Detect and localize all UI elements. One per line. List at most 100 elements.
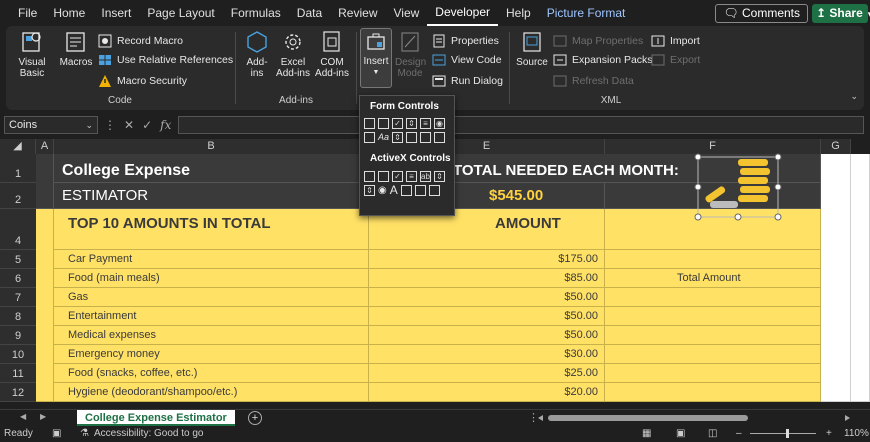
cell-f12[interactable]	[605, 383, 821, 402]
expense-name[interactable]: Hygiene (deodorant/shampoo/etc.)	[54, 383, 369, 402]
option-button-control-icon[interactable]: ◉	[434, 117, 445, 129]
add-sheet-button[interactable]: +	[248, 411, 262, 425]
row-header-8[interactable]: 8	[0, 307, 36, 326]
insert-function-icon[interactable]: fx	[160, 118, 171, 132]
record-macro-button[interactable]: Record Macro	[98, 32, 183, 50]
properties-button[interactable]: Properties	[432, 32, 499, 50]
coins-picture[interactable]	[690, 153, 786, 221]
expense-amount[interactable]: $50.00	[369, 288, 605, 307]
zoom-out-icon[interactable]: –	[736, 426, 742, 442]
activex-checkbox-icon[interactable]: ✓	[392, 170, 403, 182]
import-button[interactable]: Import	[651, 32, 700, 50]
tab-home[interactable]: Home	[45, 0, 93, 26]
zoom-slider-thumb[interactable]	[786, 429, 789, 438]
tab-developer[interactable]: Developer	[427, 0, 498, 26]
cancel-icon[interactable]: ✕	[124, 118, 134, 132]
tab-data[interactable]: Data	[289, 0, 330, 26]
view-code-button[interactable]: View Code	[432, 51, 502, 69]
normal-view-icon[interactable]: ▦	[642, 426, 651, 442]
row-header-4[interactable]: 4	[0, 209, 36, 250]
row-header-5[interactable]: 5	[0, 250, 36, 269]
formula-input[interactable]	[178, 116, 864, 134]
combo-dropdown-edit-control-icon[interactable]	[434, 131, 446, 143]
tab-review[interactable]: Review	[330, 0, 385, 26]
expense-amount[interactable]: $20.00	[369, 383, 605, 402]
use-relative-references-button[interactable]: Use Relative References	[98, 51, 233, 69]
tab-formulas[interactable]: Formulas	[223, 0, 289, 26]
row-header-11[interactable]: 11	[0, 364, 36, 383]
activex-list-box-icon[interactable]: ≡	[406, 170, 417, 182]
list-box-control-icon[interactable]: ≡	[420, 117, 431, 129]
activex-spin-button-icon[interactable]: ⇕	[364, 184, 375, 196]
activex-option-button-icon[interactable]: ◉	[378, 185, 387, 196]
row-header-12[interactable]: 12	[0, 383, 36, 402]
source-button[interactable]: Source	[515, 30, 549, 68]
label-control-icon[interactable]: Aa	[378, 132, 389, 142]
comments-button[interactable]: 🗨 Comments	[715, 4, 808, 23]
text-field-control-icon[interactable]	[406, 131, 418, 143]
sheet-tab-college-expense-estimator[interactable]: College Expense Estimator	[77, 410, 235, 426]
column-header-f[interactable]: F	[605, 139, 821, 154]
cell-f11[interactable]	[605, 364, 821, 383]
expense-name[interactable]: Gas	[54, 288, 369, 307]
activex-combo-box-icon[interactable]	[378, 170, 389, 182]
expense-name[interactable]: Food (main meals)	[54, 269, 369, 288]
column-g-cells[interactable]	[821, 154, 851, 402]
spin-button-control-icon[interactable]: ⇕	[406, 117, 417, 129]
cell-f5[interactable]	[605, 250, 821, 269]
expense-name[interactable]: Food (snacks, coffee, etc.)	[54, 364, 369, 383]
expense-name[interactable]: Entertainment	[54, 307, 369, 326]
cell-f9[interactable]	[605, 326, 821, 345]
group-box-control-icon[interactable]	[364, 131, 375, 143]
command-button-control-icon[interactable]	[364, 170, 375, 182]
cell-b1[interactable]: College Expense	[54, 154, 369, 183]
page-break-view-icon[interactable]: ◫	[708, 426, 717, 442]
visual-basic-button[interactable]: Visual Basic	[12, 30, 52, 79]
name-box[interactable]: Coins ⌄	[4, 116, 98, 134]
expense-amount[interactable]: $25.00	[369, 364, 605, 383]
combo-list-edit-control-icon[interactable]	[420, 131, 432, 143]
column-header-g[interactable]: G	[821, 139, 851, 154]
cell-f8[interactable]	[605, 307, 821, 326]
refresh-data-button[interactable]: Refresh Data	[553, 72, 634, 90]
share-button[interactable]: ↥ Share ▼	[812, 4, 870, 23]
cell-a-column[interactable]	[36, 209, 54, 402]
design-mode-button[interactable]: Design Mode	[394, 30, 426, 79]
cell-f7[interactable]	[605, 288, 821, 307]
expense-name[interactable]: Car Payment	[54, 250, 369, 269]
add-ins-button[interactable]: Add-ins	[241, 30, 273, 79]
column-header-b[interactable]: B	[54, 139, 369, 154]
more-controls-icon[interactable]	[428, 184, 440, 196]
expense-amount[interactable]: $50.00	[369, 307, 605, 326]
expense-name[interactable]: Medical expenses	[54, 326, 369, 345]
activex-label-icon[interactable]: A	[390, 183, 398, 197]
combo-box-control-icon[interactable]	[378, 117, 389, 129]
cell-a1[interactable]	[36, 154, 54, 209]
zoom-in-icon[interactable]: +	[826, 426, 832, 442]
macro-recording-icon[interactable]: ▣	[52, 426, 61, 442]
tab-file[interactable]: File	[10, 0, 45, 26]
excel-add-ins-button[interactable]: Excel Add-ins	[275, 30, 311, 79]
expense-amount[interactable]: $175.00	[369, 250, 605, 269]
horizontal-scrollbar[interactable]	[538, 415, 850, 421]
row-header-9[interactable]: 9	[0, 326, 36, 345]
zoom-level[interactable]: 110%	[844, 426, 869, 442]
run-dialog-button[interactable]: Run Dialog	[432, 72, 503, 90]
scroll-right-icon[interactable]: ▶	[40, 412, 46, 421]
activex-scroll-bar-icon[interactable]: ⇕	[434, 170, 445, 182]
row-header-10[interactable]: 10	[0, 345, 36, 364]
com-add-ins-button[interactable]: COM Add-ins	[313, 30, 351, 79]
scroll-left-icon[interactable]: ◀	[20, 412, 26, 421]
tab-insert[interactable]: Insert	[93, 0, 139, 26]
macro-security-button[interactable]: Macro Security	[98, 72, 187, 90]
expense-amount[interactable]: $85.00	[369, 269, 605, 288]
cell-f10[interactable]	[605, 345, 821, 364]
tab-picture-format[interactable]: Picture Format	[539, 0, 634, 26]
tab-page-layout[interactable]: Page Layout	[139, 0, 222, 26]
expansion-packs-button[interactable]: Expansion Packs	[553, 51, 653, 69]
scroll-bar-control-icon[interactable]: ⇕	[392, 131, 404, 143]
tab-view[interactable]: View	[386, 0, 428, 26]
column-h-cells[interactable]	[851, 154, 870, 402]
row-header-7[interactable]: 7	[0, 288, 36, 307]
checkbox-control-icon[interactable]: ✓	[392, 117, 403, 129]
